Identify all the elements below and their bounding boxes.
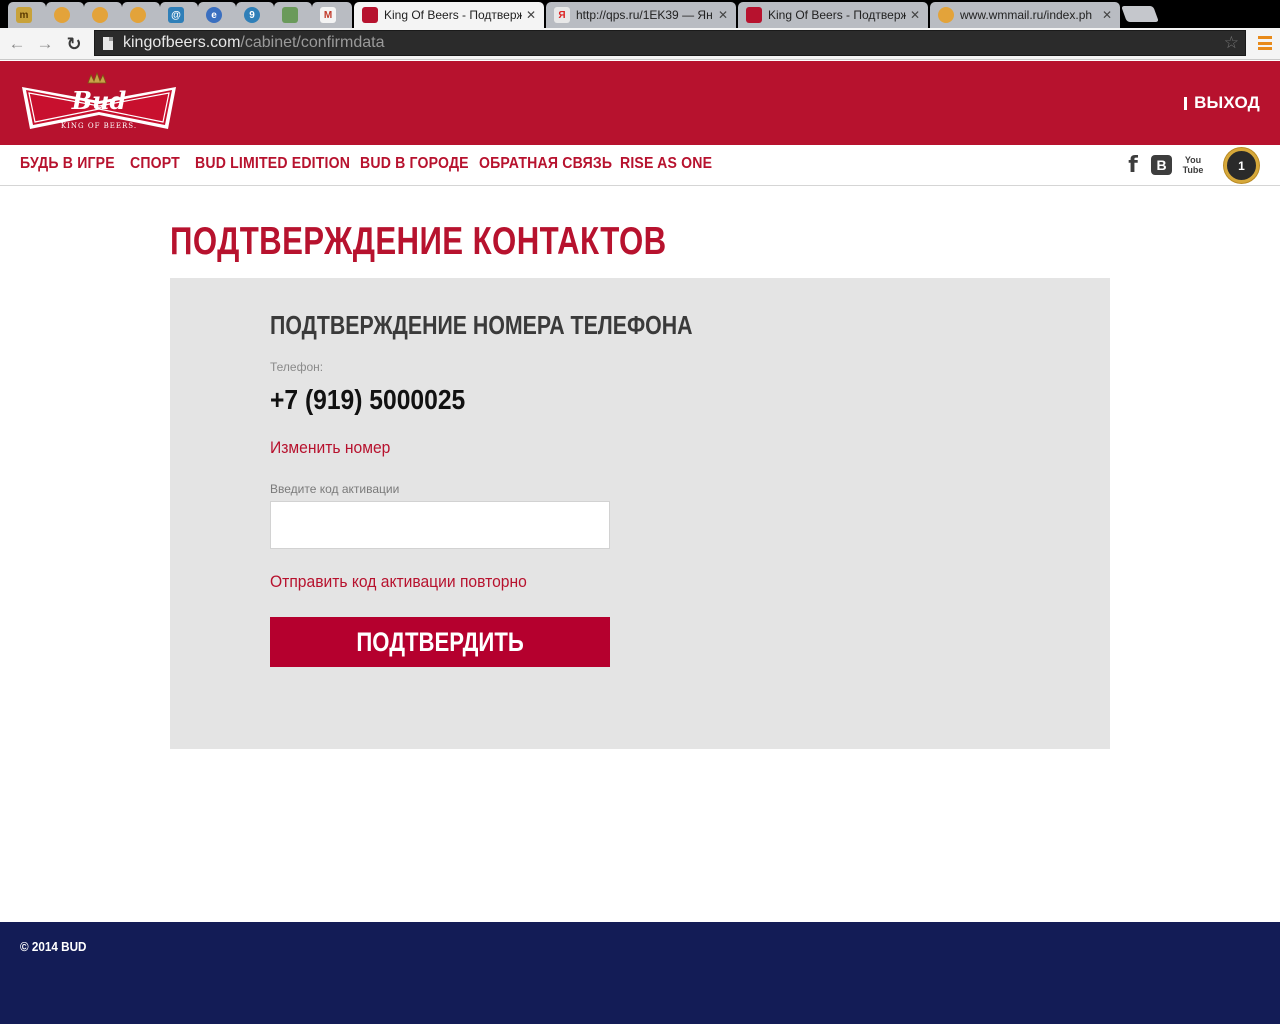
image-favicon-icon (282, 7, 298, 23)
bud-favicon-icon (746, 7, 762, 23)
browser-menu-icon[interactable] (1258, 36, 1272, 50)
reload-icon[interactable]: ↻ (63, 33, 85, 55)
phone-label: Телефон: (270, 360, 324, 374)
browser-tab[interactable]: m (8, 2, 46, 28)
browser-tab[interactable]: 9 (236, 2, 274, 28)
nav-item-city[interactable]: BUD В ГОРОДЕ (360, 155, 469, 173)
url-text[interactable]: kingofbeers.com/cabinet/confirmdata (123, 34, 384, 52)
bud-favicon-icon (362, 7, 378, 23)
m-favicon-icon: m (16, 7, 32, 23)
activation-code-label: Введите код активации (270, 482, 400, 496)
yandex-favicon-icon: Я (554, 7, 570, 23)
logout-link[interactable]: ВЫХОД (1184, 93, 1260, 113)
coin-favicon-icon (54, 7, 70, 23)
gmail-favicon-icon: M (320, 7, 336, 23)
change-number-link[interactable]: Изменить номер (270, 438, 390, 458)
facebook-icon[interactable]: f (1126, 153, 1140, 178)
browser-tab[interactable]: Я http://qps.ru/1EK39 — Ян ✕ (546, 2, 736, 28)
phone-value: +7 (919) 5000025 (270, 384, 466, 415)
url-host: kingofbeers.com (123, 34, 241, 51)
browser-tab[interactable] (274, 2, 312, 28)
browser-tab[interactable]: @ (160, 2, 198, 28)
nav-item-feedback[interactable]: ОБРАТНАЯ СВЯЗЬ (479, 155, 612, 173)
browser-tab[interactable]: e (198, 2, 236, 28)
browser-tab[interactable]: King Of Beers - Подтверж ✕ (738, 2, 928, 28)
coin-favicon-icon (92, 7, 108, 23)
browser-tab[interactable]: M (312, 2, 352, 28)
pin-favicon-icon: 9 (244, 7, 260, 23)
notification-badge[interactable]: 1 (1224, 148, 1259, 183)
close-icon[interactable]: ✕ (718, 8, 728, 22)
panel-title: ПОДТВЕРЖДЕНИЕ НОМЕРА ТЕЛЕФОНА (270, 310, 693, 340)
tab-title: King Of Beers - Подтверж (384, 8, 522, 22)
globe-favicon-icon: e (206, 7, 222, 23)
activation-code-input[interactable] (270, 501, 610, 549)
nav-item-sport[interactable]: СПОРТ (130, 155, 180, 173)
vk-icon[interactable]: B (1151, 155, 1172, 175)
browser-tab[interactable] (122, 2, 160, 28)
coin-favicon-icon (130, 7, 146, 23)
divider-bar (1184, 96, 1188, 110)
tab-title: www.wmmail.ru/index.ph (960, 8, 1093, 22)
confirm-button[interactable]: ПОДТВЕРДИТЬ (270, 617, 610, 667)
youtube-icon-bottom: Tube (1182, 165, 1204, 175)
bookmark-star-icon[interactable]: ☆ (1224, 33, 1239, 53)
site-footer: © 2014 BUD (0, 922, 1280, 1024)
back-arrow-icon[interactable]: ← (6, 33, 28, 55)
browser-tab-active[interactable]: King Of Beers - Подтверж ✕ (354, 2, 544, 28)
site-header: Bud KING OF BEERS. ВЫХОД (0, 61, 1280, 145)
youtube-icon[interactable]: You Tube (1182, 154, 1204, 176)
confirm-phone-panel: ПОДТВЕРЖДЕНИЕ НОМЕРА ТЕЛЕФОНА Телефон: +… (170, 278, 1110, 749)
url-path: /cabinet/confirmdata (240, 34, 385, 51)
nav-item-rise-as-one[interactable]: RISE AS ONE (620, 155, 712, 173)
browser-tab[interactable] (84, 2, 122, 28)
nav-item-play[interactable]: БУДЬ В ИГРЕ (20, 155, 115, 173)
nav-item-limited-edition[interactable]: BUD LIMITED EDITION (195, 155, 350, 173)
logo-tagline: KING OF BEERS. (61, 122, 137, 130)
close-icon[interactable]: ✕ (910, 8, 920, 22)
browser-toolbar: ← → ↻ kingofbeers.com/cabinet/confirmdat… (0, 28, 1280, 60)
forward-arrow-icon[interactable]: → (34, 33, 56, 55)
address-bar[interactable]: kingofbeers.com/cabinet/confirmdata ☆ (94, 30, 1246, 56)
copyright-text: © 2014 BUD (20, 939, 87, 954)
logout-label: ВЫХОД (1194, 93, 1260, 112)
main-nav: БУДЬ В ИГРЕ СПОРТ BUD LIMITED EDITION BU… (0, 145, 1280, 186)
browser-tab-strip: m @ e 9 M King Of Beers - Подтверж ✕ Я h… (0, 0, 1280, 28)
at-favicon-icon: @ (168, 7, 184, 23)
coin-favicon-icon (938, 7, 954, 23)
browser-tab[interactable]: www.wmmail.ru/index.ph ✕ (930, 2, 1120, 28)
bud-logo[interactable]: Bud KING OF BEERS. (20, 71, 178, 135)
tab-title: http://qps.ru/1EK39 — Ян (576, 8, 713, 22)
close-icon[interactable]: ✕ (1102, 8, 1112, 22)
close-icon[interactable]: ✕ (526, 8, 536, 22)
confirm-button-label: ПОДТВЕРДИТЬ (356, 626, 524, 657)
browser-tab[interactable] (46, 2, 84, 28)
page-title: ПОДТВЕРЖДЕНИЕ КОНТАКТОВ (170, 220, 667, 263)
page-icon (103, 36, 113, 50)
new-tab-button[interactable] (1121, 6, 1159, 22)
tab-title: King Of Beers - Подтверж (768, 8, 906, 22)
youtube-icon-top: You (1184, 155, 1202, 165)
resend-code-link[interactable]: Отправить код активации повторно (270, 572, 527, 592)
logo-wordmark: Bud (71, 86, 127, 115)
